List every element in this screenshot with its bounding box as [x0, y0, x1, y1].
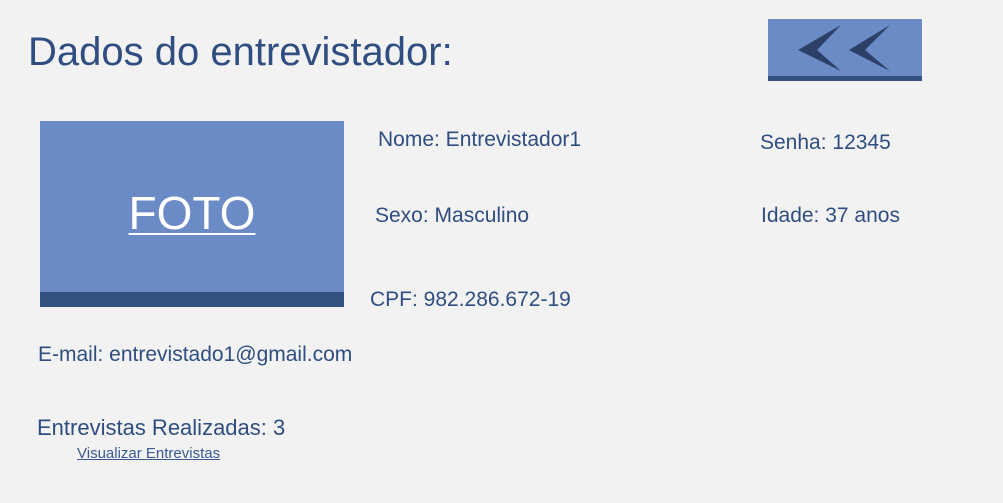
password-field: Senha: 12345	[760, 131, 891, 154]
photo-placeholder[interactable]: FOTO	[40, 121, 344, 307]
age-field: Idade: 37 anos	[761, 204, 900, 227]
back-button[interactable]	[768, 19, 922, 81]
sex-field: Sexo: Masculino	[375, 204, 530, 227]
double-chevron-left-icon	[798, 25, 890, 71]
interviews-count: Entrevistas Realizadas: 3	[37, 415, 286, 440]
page-title: Dados do entrevistador:	[28, 30, 453, 74]
name-field: Nome: Entrevistador1	[378, 128, 582, 151]
view-interviews-link[interactable]: Visualizar Entrevistas	[77, 445, 220, 463]
email-field: E-mail: entrevistado1@gmail.com	[38, 343, 353, 366]
cpf-field: CPF: 982.286.672-19	[370, 288, 571, 311]
photo-label: FOTO	[128, 187, 256, 239]
